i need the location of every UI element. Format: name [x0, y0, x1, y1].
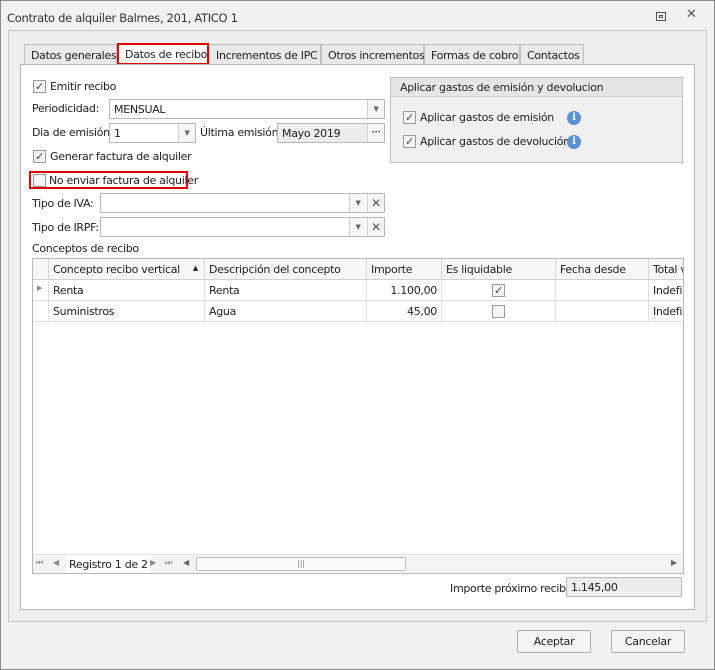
periodicidad-value: MENSUAL [114, 103, 166, 116]
column-header-fecha-desde[interactable]: Fecha desde [556, 259, 649, 280]
row-indicator-icon: ▶ [33, 280, 49, 301]
gastos-group: Aplicar gastos de emisión y devolucion ✓… [390, 77, 683, 163]
emitir-recibo-label: Emitir recibo [50, 80, 117, 93]
chevron-down-icon[interactable]: ▼ [349, 194, 366, 212]
clear-icon[interactable]: ✕ [367, 218, 384, 236]
gastos-devolucion-label: Aplicar gastos de devolución [420, 135, 570, 148]
row-indicator [33, 301, 49, 322]
tab-incrementos-ipc[interactable]: Incrementos de IPC [209, 44, 321, 64]
importe-proximo-label: Importe próximo recibo [450, 582, 573, 595]
tab-datos-generales[interactable]: Datos generales [24, 44, 117, 64]
column-header-label: Concepto recibo vertical [53, 263, 180, 276]
liquidable-checkbox[interactable]: ✓ [492, 284, 505, 297]
close-icon[interactable]: ✕ [686, 7, 697, 22]
scroll-right-icon[interactable]: ▶ [671, 558, 677, 567]
cell-concepto[interactable]: Renta [49, 280, 205, 301]
cell-total[interactable]: Indefi [649, 280, 683, 301]
column-header-concepto[interactable]: Concepto recibo vertical ▲ [49, 259, 205, 280]
generar-factura-checkbox[interactable]: ✓ [33, 150, 46, 163]
tipo-irpf-select[interactable]: ▼ ✕ [100, 217, 385, 237]
last-record-icon[interactable]: ⏭ [165, 558, 172, 568]
prev-record-icon[interactable]: ◀ [53, 558, 59, 567]
tipo-iva-select[interactable]: ▼ ✕ [100, 193, 385, 213]
sort-ascending-icon: ▲ [192, 264, 198, 272]
gastos-emision-label: Aplicar gastos de emisión [420, 111, 554, 124]
cell-concepto[interactable]: Suministros [49, 301, 205, 322]
tipo-irpf-label: Tipo de IRPF: [32, 221, 99, 234]
cell-total[interactable]: Indefi [649, 301, 683, 322]
generar-factura-label: Generar factura de alquiler [50, 150, 192, 163]
liquidable-checkbox[interactable] [492, 305, 505, 318]
column-header-total[interactable]: Total v [649, 259, 683, 280]
dia-emision-label: Dia de emisión: [32, 126, 114, 139]
row-indicator-header [33, 259, 49, 280]
cancel-button[interactable]: Cancelar [611, 630, 685, 653]
conceptos-grid: Concepto recibo vertical ▲ Descripción de… [32, 258, 684, 574]
accept-button[interactable]: Aceptar [517, 630, 591, 653]
tab-otros-incrementos[interactable]: Otros incrementos [321, 44, 425, 64]
tipo-iva-label: Tipo de IVA: [32, 197, 94, 210]
no-enviar-factura-checkbox[interactable] [33, 174, 46, 187]
tab-contactos[interactable]: Contactos [520, 44, 584, 64]
first-record-icon[interactable]: ⏮ [36, 558, 43, 568]
no-enviar-factura-label: No enviar factura de alquiler [49, 174, 198, 187]
gastos-devolucion-checkbox[interactable]: ✓ [403, 135, 416, 148]
chevron-down-icon[interactable]: ▼ [349, 218, 366, 236]
info-icon[interactable]: i [567, 135, 581, 149]
tab-formas-de-cobro[interactable]: Formas de cobro [424, 44, 520, 64]
next-record-icon[interactable]: ▶ [150, 558, 156, 567]
scroll-left-icon[interactable]: ◀ [183, 558, 189, 567]
restore-icon[interactable] [656, 12, 666, 21]
ellipsis-button[interactable]: ··· [367, 124, 384, 142]
ultima-emision-label: Última emisión: [200, 126, 282, 139]
gastos-emision-checkbox[interactable]: ✓ [403, 111, 416, 124]
record-counter: Registro 1 de 2 [66, 555, 151, 573]
window-title: Contrato de alquiler Balmes, 201, ATICO … [7, 11, 238, 25]
info-icon[interactable]: i [567, 111, 581, 125]
chevron-down-icon[interactable]: ▼ [367, 100, 384, 118]
dia-emision-select[interactable]: 1 ▼ [109, 123, 196, 143]
column-header-descripcion[interactable]: Descripción del concepto [205, 259, 367, 280]
conceptos-label: Conceptos de recibo [32, 242, 139, 255]
tab-datos-de-recibo[interactable]: Datos de recibo [117, 43, 209, 65]
cell-descripcion[interactable]: Renta [205, 280, 367, 301]
cell-descripcion[interactable]: Agua [205, 301, 367, 322]
cell-importe[interactable]: 1.100,00 [367, 280, 442, 301]
dia-emision-value: 1 [114, 127, 121, 140]
chevron-down-icon[interactable]: ▼ [178, 124, 195, 142]
cell-importe[interactable]: 45,00 [367, 301, 442, 322]
horizontal-scrollbar-thumb[interactable]: ||| [196, 557, 406, 571]
column-header-liquidable[interactable]: Es liquidable [442, 259, 556, 280]
ultima-emision-value: Mayo 2019 [282, 127, 341, 140]
clear-icon[interactable]: ✕ [367, 194, 384, 212]
cell-fecha[interactable] [556, 280, 649, 301]
periodicidad-select[interactable]: MENSUAL ▼ [109, 99, 385, 119]
grid-navigator: ⏮ ◀ Registro 1 de 2 ▶ ⏭ ◀ ||| ▶ [33, 554, 683, 573]
gastos-group-title: Aplicar gastos de emisión y devolucion [391, 78, 682, 97]
ultima-emision-field[interactable]: Mayo 2019 ··· [277, 123, 385, 143]
importe-proximo-field: 1.145,00 [566, 577, 682, 597]
cell-fecha[interactable] [556, 301, 649, 322]
cell-liquidable[interactable]: ✓ [442, 280, 556, 301]
column-header-importe[interactable]: Importe [367, 259, 442, 280]
emitir-recibo-checkbox[interactable]: ✓ [33, 80, 46, 93]
cell-liquidable[interactable] [442, 301, 556, 322]
periodicidad-label: Periodicidad: [32, 102, 99, 115]
